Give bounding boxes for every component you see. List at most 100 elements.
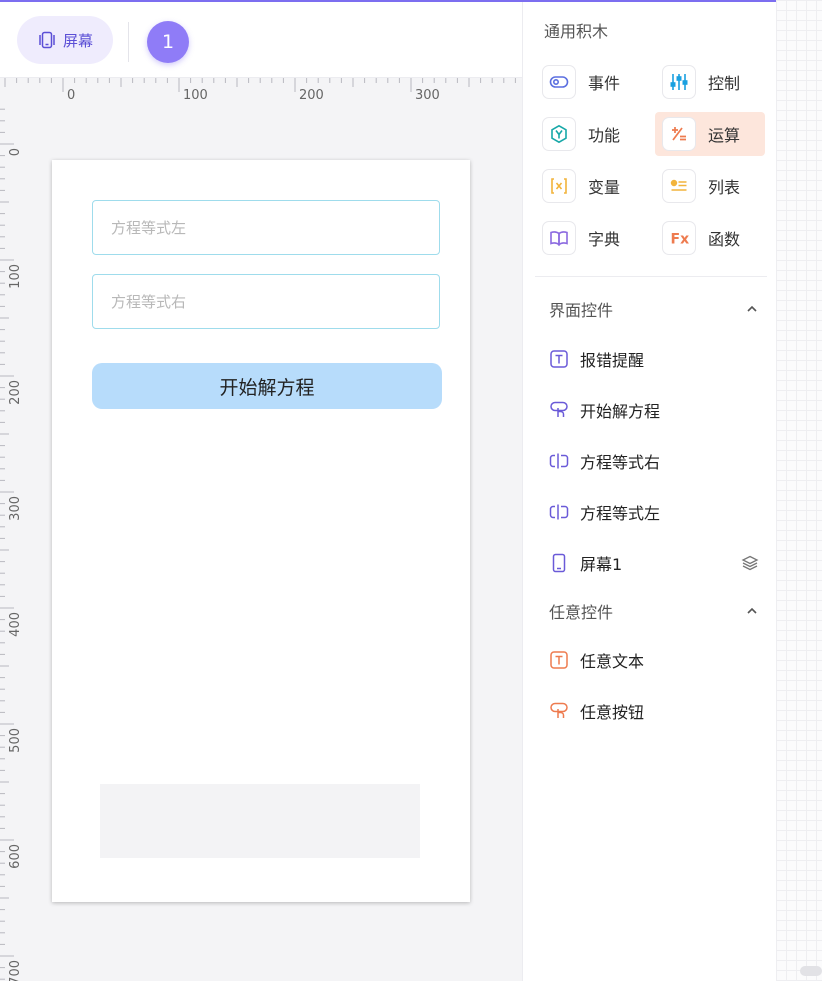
button-icon	[550, 702, 568, 718]
component-any-text-icon-wrap	[549, 650, 569, 670]
component-eq-right-input-label: 方程等式右	[580, 453, 661, 472]
block-control-icon-box	[662, 65, 696, 99]
dictionary-icon	[550, 231, 568, 247]
block-operation[interactable]: 运算	[655, 112, 765, 156]
component-solve-button[interactable]: 开始解方程	[549, 395, 759, 425]
function-icon	[551, 124, 567, 144]
panel-divider	[535, 276, 767, 277]
any-controls-group-header[interactable]: 任意控件	[549, 597, 759, 625]
block-control-label: 控制	[708, 74, 741, 93]
vertical-ruler-svg: 0 100 200 300 400 500 600 700	[0, 108, 22, 981]
block-function[interactable]: 功能	[535, 112, 645, 156]
any-controls-group-title: 任意控件	[549, 603, 614, 622]
screen-number-badge[interactable]: 1	[147, 21, 189, 63]
component-error-alert-label: 报错提醒	[580, 351, 645, 370]
block-event[interactable]: 事件	[535, 60, 645, 104]
equation-right-input[interactable]	[92, 274, 440, 329]
toolbar-divider	[128, 22, 129, 62]
component-eq-right-input-icon-wrap	[549, 451, 569, 471]
ruler-h-label: 200	[299, 88, 324, 103]
solve-equation-button[interactable]: 开始解方程	[92, 363, 442, 409]
equation-left-input[interactable]	[92, 200, 440, 255]
component-any-button-icon-wrap	[549, 701, 569, 721]
screen-button[interactable]: 屏幕	[17, 16, 113, 64]
input-icon	[549, 453, 569, 469]
screen-button-label: 屏幕	[62, 31, 93, 50]
block-dictionary-icon-box	[542, 221, 576, 255]
block-dictionary-label: 字典	[588, 230, 621, 249]
event-icon	[549, 76, 569, 88]
block-fx[interactable]: Fx 函数	[655, 216, 765, 260]
horizontal-ruler-svg: 0 100 200 300	[4, 78, 516, 103]
component-eq-right-input[interactable]: 方程等式右	[549, 446, 759, 476]
horizontal-ruler: 0 100 200 300	[0, 78, 522, 104]
chevron-up-icon	[747, 305, 757, 312]
component-any-button-label: 任意按钮	[580, 703, 645, 722]
ruler-v-label: 700	[8, 960, 22, 981]
block-fx-label: 函数	[708, 230, 741, 249]
block-dictionary[interactable]: 字典	[535, 216, 645, 260]
ruler-h-label: 300	[415, 88, 440, 103]
ruler-v-label: 500	[8, 728, 22, 753]
ruler-v-label: 300	[8, 496, 22, 521]
block-variable-icon-box	[542, 169, 576, 203]
phone-screen-preview: 开始解方程	[52, 160, 470, 902]
input-icon	[549, 504, 569, 520]
control-icon	[670, 74, 688, 90]
block-variable[interactable]: 变量	[535, 164, 645, 208]
block-event-label: 事件	[588, 74, 621, 93]
operation-icon	[672, 127, 686, 141]
component-screen1-label: 屏幕1	[580, 555, 623, 574]
block-variable-label: 变量	[588, 178, 621, 197]
right-grid-strip	[776, 0, 822, 981]
ui-controls-group-title: 界面控件	[549, 301, 614, 320]
screens-icon	[39, 31, 55, 49]
canvas-toolbar: 屏幕 1	[0, 2, 522, 78]
block-event-icon-box	[542, 65, 576, 99]
component-any-button[interactable]: 任意按钮	[549, 696, 759, 726]
ruler-v-label: 200	[8, 380, 22, 405]
phone-icon	[552, 553, 566, 573]
block-operation-label: 运算	[708, 126, 741, 145]
canvas-area: 屏幕 1 0 100 200 300 0 100 200 300 400 500 600 700 开…	[0, 2, 522, 981]
component-panel: 通用积木 事件 控制 功能 运算 变量 列表 字典 Fx 函数 界面控件 报错提…	[522, 2, 776, 981]
fx-icon: Fx	[671, 232, 690, 248]
app-root: 屏幕 1 0 100 200 300 0 100 200 300 400 500 600 700 开…	[0, 0, 822, 981]
block-control[interactable]: 控制	[655, 60, 765, 104]
variable-icon	[551, 178, 567, 194]
component-solve-button-label: 开始解方程	[580, 402, 661, 421]
chevron-up-icon	[747, 607, 757, 614]
component-screen1-icon-wrap	[549, 553, 569, 573]
block-list-label: 列表	[708, 178, 741, 197]
component-any-text-label: 任意文本	[580, 652, 645, 671]
list-icon	[670, 179, 687, 191]
component-error-alert-icon-wrap	[549, 349, 569, 369]
ruler-v-label: 600	[8, 844, 22, 869]
component-solve-button-icon-wrap	[549, 400, 569, 420]
component-screen1[interactable]: 屏幕1	[549, 548, 759, 578]
text-icon	[550, 651, 568, 669]
block-list-icon-box	[662, 169, 696, 203]
ruler-h-label: 0	[67, 88, 75, 103]
component-any-text[interactable]: 任意文本	[549, 645, 759, 675]
component-eq-left-input[interactable]: 方程等式左	[549, 497, 759, 527]
layers-icon[interactable]	[741, 554, 759, 572]
component-eq-left-input-icon-wrap	[549, 502, 569, 522]
scrollbar-thumb[interactable]	[800, 966, 822, 976]
ruler-h-label: 100	[183, 88, 208, 103]
block-list[interactable]: 列表	[655, 164, 765, 208]
vertical-ruler: 0 100 200 300 400 500 600 700	[0, 104, 22, 981]
block-function-icon-box	[542, 117, 576, 151]
component-eq-left-input-label: 方程等式左	[580, 504, 661, 523]
block-operation-icon-box	[662, 117, 696, 151]
svg-text:Fx: Fx	[671, 232, 690, 248]
component-error-alert[interactable]: 报错提醒	[549, 344, 759, 374]
ruler-v-label: 400	[8, 612, 22, 637]
ruler-v-label: 0	[8, 148, 22, 156]
blocks-section-title: 通用积木	[544, 22, 609, 41]
ruler-v-label: 100	[8, 264, 22, 289]
error-alert-area	[100, 784, 420, 858]
block-fx-icon-box: Fx	[662, 221, 696, 255]
ui-controls-group-header[interactable]: 界面控件	[549, 295, 759, 323]
text-icon	[550, 350, 568, 368]
